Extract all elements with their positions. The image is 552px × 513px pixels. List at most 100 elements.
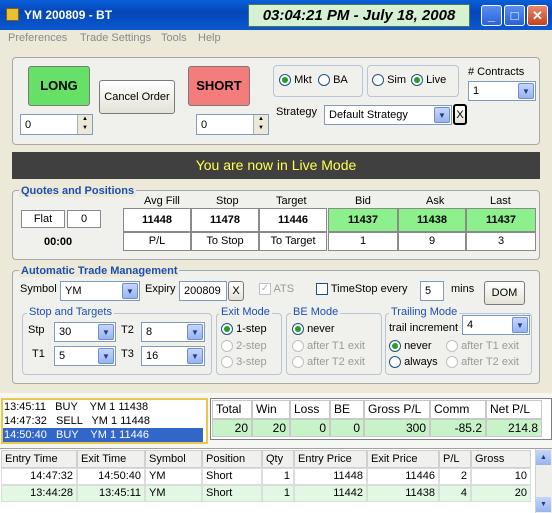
chevron-down-icon[interactable]: ▼ <box>187 324 203 340</box>
be-never-radio[interactable]: never <box>292 323 335 336</box>
stats-value: 20 <box>212 419 252 437</box>
scroll-down-icon[interactable]: ▼ <box>536 497 551 512</box>
last-value: 11437 <box>466 208 536 232</box>
table-cell[interactable]: 11446 <box>367 468 439 485</box>
stats-value: -85.2 <box>430 419 486 437</box>
close-icon[interactable]: ✕ <box>527 5 548 26</box>
trades-header[interactable]: Qty <box>262 450 294 468</box>
expiry-clear-button[interactable]: X <box>228 281 244 301</box>
mins-label: mins <box>451 283 475 295</box>
ba-radio[interactable]: BA <box>318 74 348 87</box>
avg-fill-value: 11448 <box>123 208 191 232</box>
trail-never-radio[interactable]: never <box>389 340 432 353</box>
strategy-select[interactable]: Default Strategy ▼ <box>324 105 452 125</box>
menu-help[interactable]: Help <box>198 32 221 44</box>
stp-label: Stp <box>28 324 45 336</box>
menu-preferences[interactable]: Preferences <box>8 32 67 44</box>
trades-header[interactable]: Exit Time <box>77 450 145 468</box>
t2-select[interactable]: 8 ▼ <box>141 322 205 342</box>
table-cell[interactable]: 14:47:32 <box>1 468 77 485</box>
table-cell[interactable]: 14:50:40 <box>77 468 145 485</box>
stepper-arrows-icon[interactable]: ▲ ▼ <box>253 115 268 134</box>
trades-header[interactable]: Gross <box>471 450 531 468</box>
table-cell[interactable]: 11448 <box>294 468 367 485</box>
strategy-clear-button[interactable]: X <box>453 104 467 125</box>
trail-increment-select[interactable]: 4 ▼ <box>462 315 530 335</box>
trades-header[interactable]: Exit Price <box>367 450 439 468</box>
table-cell[interactable]: 13:44:28 <box>1 485 77 502</box>
log-entry[interactable]: 13:45:11 BUY YM 1 11438 <box>4 401 148 413</box>
short-qty-stepper[interactable]: 0 ▲ ▼ <box>196 114 269 135</box>
chevron-down-icon[interactable]: ▼ <box>187 348 203 364</box>
live-radio[interactable]: Live <box>411 74 446 87</box>
be-after-t2-radio[interactable]: after T2 exit <box>292 356 365 369</box>
cancel-order-button[interactable]: Cancel Order <box>99 80 175 114</box>
be-after-t1-radio[interactable]: after T1 exit <box>292 340 365 353</box>
ats-checkbox[interactable]: ✓ ATS <box>259 283 294 296</box>
dom-button[interactable]: DOM <box>484 281 525 305</box>
table-cell[interactable]: 1 <box>262 485 294 502</box>
atm-title: Automatic Trade Management <box>19 265 180 277</box>
stats-value: 20 <box>252 419 290 437</box>
table-cell[interactable]: YM <box>145 485 202 502</box>
short-button[interactable]: SHORT <box>188 66 250 106</box>
chevron-down-icon[interactable]: ▼ <box>512 317 528 333</box>
long-button[interactable]: LONG <box>28 66 90 106</box>
timestop-checkbox[interactable]: TimeStop every <box>316 283 407 296</box>
menu-trade-settings[interactable]: Trade Settings <box>80 32 151 44</box>
table-cell[interactable]: 10 <box>471 468 531 485</box>
table-cell[interactable]: Short <box>202 468 262 485</box>
stats-header: Total <box>212 400 252 419</box>
stepper-arrows-icon[interactable]: ▲ ▼ <box>77 115 92 134</box>
t1-select[interactable]: 5 ▼ <box>54 346 116 366</box>
minimize-icon[interactable]: _ <box>481 5 502 26</box>
trades-header[interactable]: Symbol <box>145 450 202 468</box>
trail-after-t2-radio[interactable]: after T2 exit <box>446 356 519 369</box>
trail-after-t1-radio[interactable]: after T1 exit <box>446 340 519 353</box>
expiry-input[interactable]: 200809 <box>179 281 227 301</box>
table-cell[interactable]: YM <box>145 468 202 485</box>
contracts-select[interactable]: 1 ▼ <box>468 81 536 101</box>
chevron-down-icon[interactable]: ▼ <box>518 83 534 99</box>
bid-header: Bid <box>355 195 371 207</box>
to-target-value: 3 <box>466 232 536 251</box>
log-entry-selected[interactable]: 14:50:40 BUY YM 1 11446 <box>4 429 149 441</box>
chevron-down-icon[interactable]: ▼ <box>434 107 450 123</box>
exit-mode-title: Exit Mode <box>219 306 272 318</box>
mode-banner: You are now in Live Mode <box>12 152 540 179</box>
trades-header[interactable]: Entry Time <box>1 450 77 468</box>
to-target-label: To Target <box>259 232 327 251</box>
exit-3step-radio[interactable]: 3-step <box>221 356 267 369</box>
trail-always-radio[interactable]: always <box>389 356 438 369</box>
table-cell[interactable]: 20 <box>471 485 531 502</box>
to-stop-label: To Stop <box>191 232 259 251</box>
target-header: Target <box>276 195 307 207</box>
trades-header[interactable]: Position <box>202 450 262 468</box>
table-cell[interactable]: Short <box>202 485 262 502</box>
chevron-down-icon[interactable]: ▼ <box>98 324 114 340</box>
table-cell[interactable]: 4 <box>439 485 471 502</box>
table-cell[interactable]: 11438 <box>367 485 439 502</box>
sim-radio[interactable]: Sim <box>372 74 406 87</box>
timestop-input[interactable]: 5 <box>420 281 444 301</box>
table-cell[interactable]: 2 <box>439 468 471 485</box>
table-cell[interactable]: 13:45:11 <box>77 485 145 502</box>
exit-1step-radio[interactable]: 1-step <box>221 323 267 336</box>
maximize-icon[interactable]: □ <box>504 5 525 26</box>
trades-header[interactable]: Entry Price <box>294 450 367 468</box>
stp-select[interactable]: 30 ▼ <box>54 322 116 342</box>
chevron-down-icon[interactable]: ▼ <box>98 348 114 364</box>
chevron-down-icon[interactable]: ▼ <box>122 283 138 299</box>
log-entry[interactable]: 14:47:32 SELL YM 1 11448 <box>4 415 150 427</box>
menu-tools[interactable]: Tools <box>161 32 187 44</box>
exit-2step-radio[interactable]: 2-step <box>221 340 267 353</box>
scroll-up-icon[interactable]: ▲ <box>536 450 551 465</box>
trades-header[interactable]: P/L <box>439 450 471 468</box>
long-qty-stepper[interactable]: 0 ▲ ▼ <box>20 114 93 135</box>
t3-select[interactable]: 16 ▼ <box>141 346 205 366</box>
mkt-radio[interactable]: Mkt <box>279 74 312 87</box>
table-cell[interactable]: 11442 <box>294 485 367 502</box>
symbol-select[interactable]: YM ▼ <box>60 281 140 301</box>
table-cell[interactable]: 1 <box>262 468 294 485</box>
expiry-label: Expiry <box>145 283 176 295</box>
